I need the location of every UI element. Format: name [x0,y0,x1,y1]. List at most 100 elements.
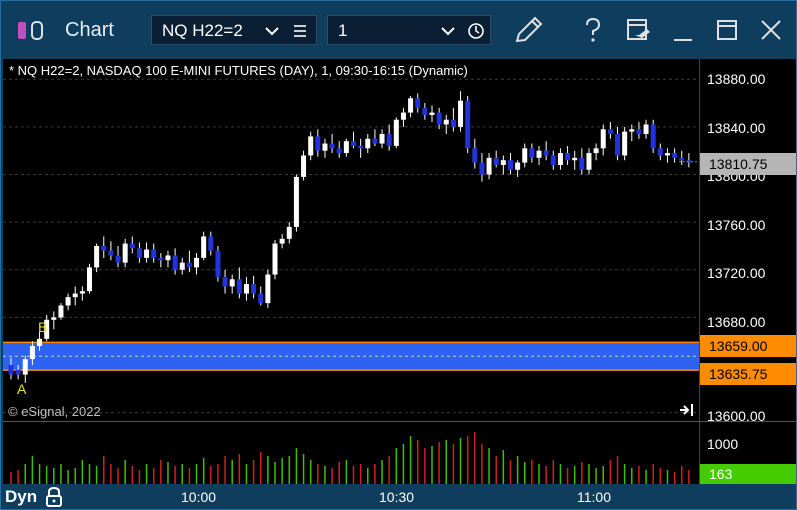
candle-body [129,243,135,249]
maximize-icon[interactable] [715,18,739,42]
candle-body [629,129,635,132]
marker-b-label: B [38,319,48,335]
zone-low-tag: 13635.75 [700,363,796,385]
price-label: 13760.00 [707,217,766,233]
price-label: 13680.00 [707,314,766,330]
candle-body [579,157,585,170]
candle-body [243,284,249,294]
price-scale[interactable]: 13880.00 13840.00 13800.00 13760.00 1372… [699,59,796,424]
candle-body [472,148,478,163]
candle-body [108,250,114,256]
title-bar: Chart NQ H22=2 1 [1,1,796,59]
volume-scale[interactable]: 1000 163 [699,422,796,484]
candle-body [58,305,64,318]
volume-chart-plot[interactable] [3,422,699,484]
interval-combo[interactable]: 1 [327,15,491,45]
candle-body [479,162,485,175]
candle-body [144,249,150,258]
candle-body [179,262,185,270]
price-label: 13880.00 [707,71,766,87]
candle-body [172,255,178,270]
menu-icon[interactable] [292,24,308,38]
chart-info-line: * NQ H22=2, NASDAQ 100 E-MINI FUTURES (D… [9,63,468,78]
candle-body [165,255,171,261]
candle-body [643,124,649,135]
volume-chart[interactable] [3,422,699,484]
clock-icon[interactable] [467,22,485,40]
symbol-combo[interactable]: NQ H22=2 [151,15,317,45]
candle-body [101,245,107,251]
candle-body [550,155,556,165]
close-icon[interactable] [759,18,783,42]
price-chart-plot[interactable] [3,59,699,421]
time-label: 10:00 [181,489,217,505]
price-chart[interactable]: * NQ H22=2, NASDAQ 100 E-MINI FUTURES (D… [3,59,699,421]
minimize-icon[interactable] [671,19,695,43]
candle-body [115,255,121,263]
candle-body [329,143,335,149]
candle-body [65,297,71,306]
dynamic-mode-label[interactable]: Dyn [5,487,37,507]
price-label: 13720.00 [707,265,766,281]
current-price-tag: 13810.75 [700,153,796,175]
template-icon[interactable] [625,17,651,43]
candle-body [664,153,670,156]
candle-body [315,136,321,151]
candle-body [557,153,563,165]
candle-body [151,249,157,258]
candle-body [358,145,364,149]
candle-body [486,157,492,175]
lock-icon[interactable] [44,486,64,508]
help-icon[interactable] [581,17,605,43]
candle-body [8,365,14,375]
candle-body [194,257,200,268]
candle-body [529,148,535,158]
chevron-down-icon[interactable] [440,25,456,37]
candle-body [465,100,471,149]
candle-body [72,293,78,298]
candle-body [322,143,328,151]
candle-body [607,129,613,135]
link-toggle-icon[interactable] [15,19,51,43]
candle-body [415,98,421,108]
candle-body [458,100,464,127]
candle-body [336,148,342,154]
candle-body [351,141,356,146]
candle-body [672,153,678,158]
candle-body [386,134,392,146]
candle-body [258,293,264,304]
candle-body [236,279,242,294]
candle-body [450,119,456,127]
chevron-down-icon[interactable] [264,25,280,37]
copyright-text: © eSignal, 2022 [8,404,101,419]
candle-body [600,129,606,149]
candle-body [286,226,292,239]
candle-body [543,150,549,156]
candle-body [572,157,578,161]
candle-body [393,119,399,146]
candle-body [136,248,142,258]
candle-body [372,138,378,144]
candle-body [308,136,314,156]
candle-body [436,112,442,125]
candle-body [657,148,663,156]
candle-body [122,243,128,263]
candle-body [636,129,642,135]
symbol-value[interactable]: NQ H22=2 [162,21,243,41]
candle-body [507,160,513,170]
candle-body [536,150,542,158]
candle-body [343,141,349,154]
candle-body [301,155,307,177]
candle-body [379,134,385,144]
zone-high-tag: 13659.00 [700,335,796,357]
pencil-icon[interactable] [513,15,545,45]
jump-to-end-icon[interactable] [679,403,695,417]
candle-body [251,284,257,294]
interval-value[interactable]: 1 [338,21,347,41]
chart-window: Chart NQ H22=2 1 * NQ H22=2, NASDAQ 100 … [0,0,797,510]
candle-body [51,317,57,320]
candle-body [22,359,28,375]
candle-body [293,176,299,227]
candle-body [265,274,271,304]
candle-body [79,291,85,294]
